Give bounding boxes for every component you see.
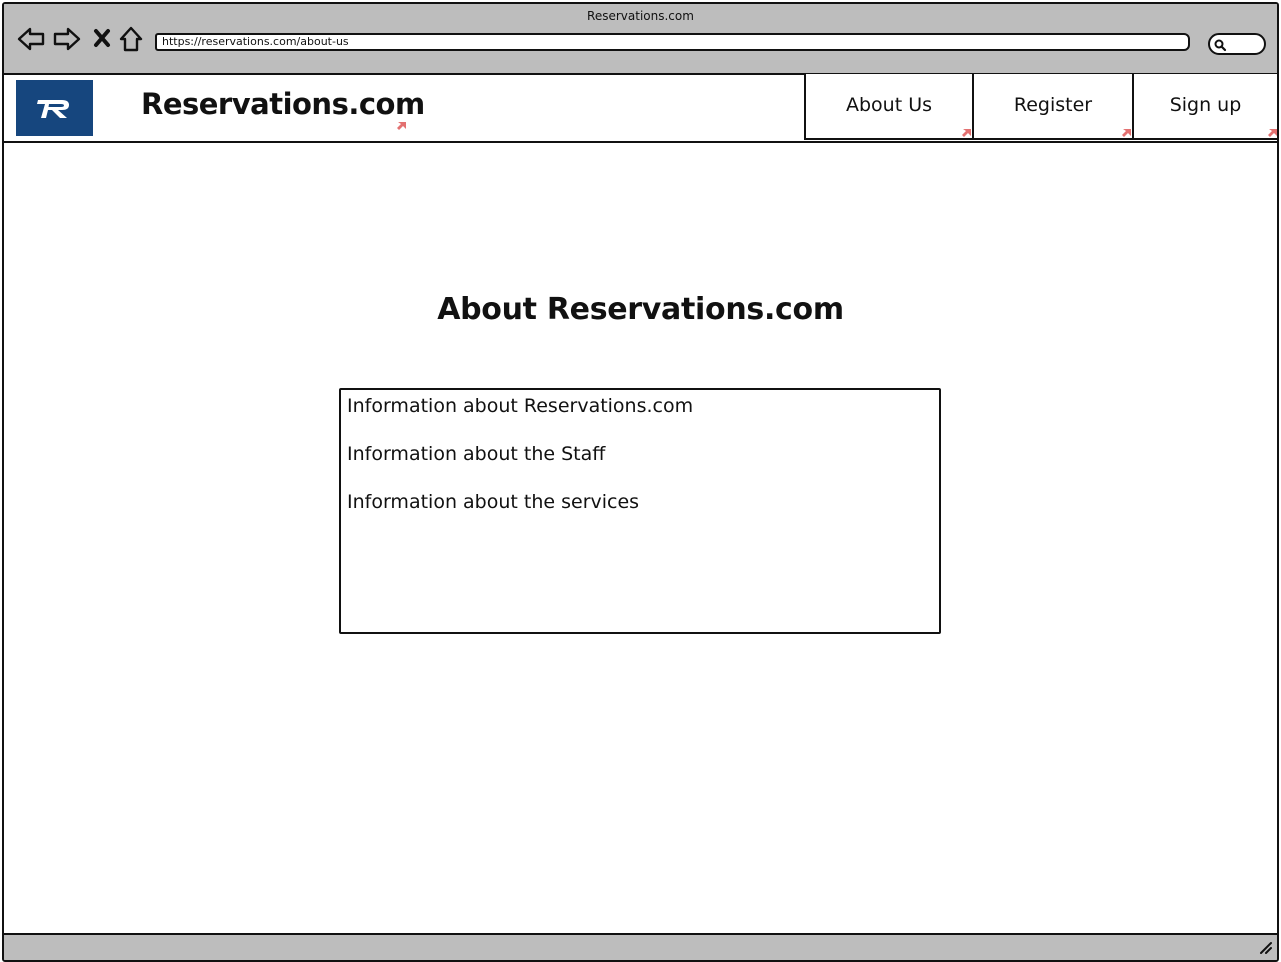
nav-register[interactable]: Register — [972, 74, 1132, 140]
nav-sign-up-label: Sign up — [1169, 94, 1242, 116]
reservations-logo-icon — [37, 100, 69, 118]
nav-register-label: Register — [1013, 94, 1093, 116]
address-bar[interactable]: https://reservations.com/about-us — [155, 33, 1190, 51]
window-title: Reservations.com — [587, 9, 694, 23]
info-line-services: Information about the services — [347, 491, 640, 513]
browser-toolbar: Reservations.com https://reservations.co… — [4, 4, 1277, 75]
link-marker-icon — [1268, 129, 1277, 137]
search-icon — [1214, 39, 1227, 52]
logo[interactable] — [16, 80, 93, 136]
site-header: Reservations.com About Us Register Sign … — [4, 74, 1277, 143]
brand-name[interactable]: Reservations.com — [141, 87, 425, 121]
nav-sign-up[interactable]: Sign up — [1132, 74, 1277, 140]
link-marker-icon — [1122, 129, 1131, 137]
link-marker-icon — [962, 129, 971, 137]
info-panel: Information about Reservations.com Infor… — [339, 388, 941, 634]
nav-about-us-label: About Us — [845, 94, 933, 116]
info-line-staff: Information about the Staff — [347, 443, 606, 465]
home-icon[interactable] — [116, 24, 146, 54]
status-bar — [4, 933, 1277, 960]
browser-window: Reservations.com https://reservations.co… — [2, 2, 1279, 962]
info-line-company: Information about Reservations.com — [347, 395, 694, 417]
page-title: About Reservations.com — [437, 292, 844, 327]
forward-arrow-icon[interactable] — [52, 24, 82, 54]
browser-search-box[interactable] — [1208, 33, 1266, 55]
link-marker-icon — [397, 122, 406, 130]
back-arrow-icon[interactable] — [16, 24, 46, 54]
resize-grip-icon[interactable] — [1259, 941, 1273, 955]
nav-about-us[interactable]: About Us — [804, 74, 972, 140]
